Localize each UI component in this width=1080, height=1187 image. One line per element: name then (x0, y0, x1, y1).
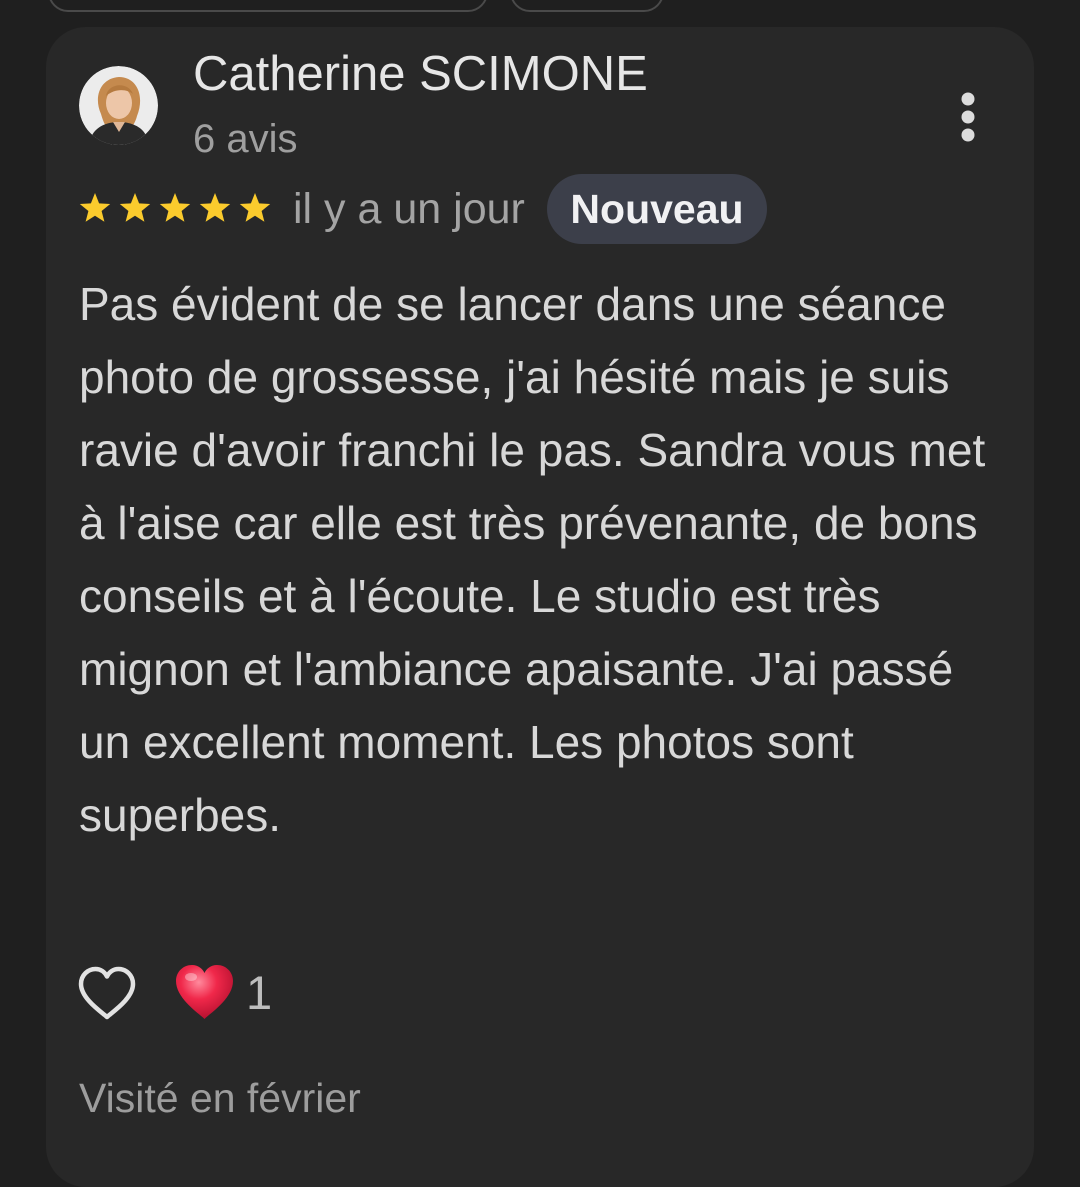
filter-chip[interactable] (510, 0, 664, 12)
star-icon (79, 193, 111, 222)
more-vert-icon (961, 92, 975, 142)
star-icon (119, 193, 151, 222)
star-icon (239, 193, 271, 222)
star-icon (159, 193, 191, 222)
star-icon (199, 193, 231, 222)
reaction-count: 1 (246, 966, 273, 1019)
red-heart-emoji-icon[interactable] (173, 962, 236, 1022)
author-review-count: 6 avis (193, 117, 298, 161)
heart-outline-icon (78, 966, 136, 1020)
more-options-button[interactable] (943, 88, 993, 148)
filter-chip[interactable] (48, 0, 488, 12)
new-badge: Nouveau (547, 174, 767, 244)
avatar[interactable] (79, 66, 158, 145)
review-text: Pas évident de se lancer dans une séance… (79, 278, 986, 841)
star-rating (79, 192, 271, 228)
author-name[interactable]: Catherine SCIMONE (193, 46, 648, 102)
review-time-ago: il y a un jour (293, 185, 525, 233)
visit-date: Visité en février (79, 1075, 361, 1121)
like-button[interactable] (76, 964, 138, 1024)
